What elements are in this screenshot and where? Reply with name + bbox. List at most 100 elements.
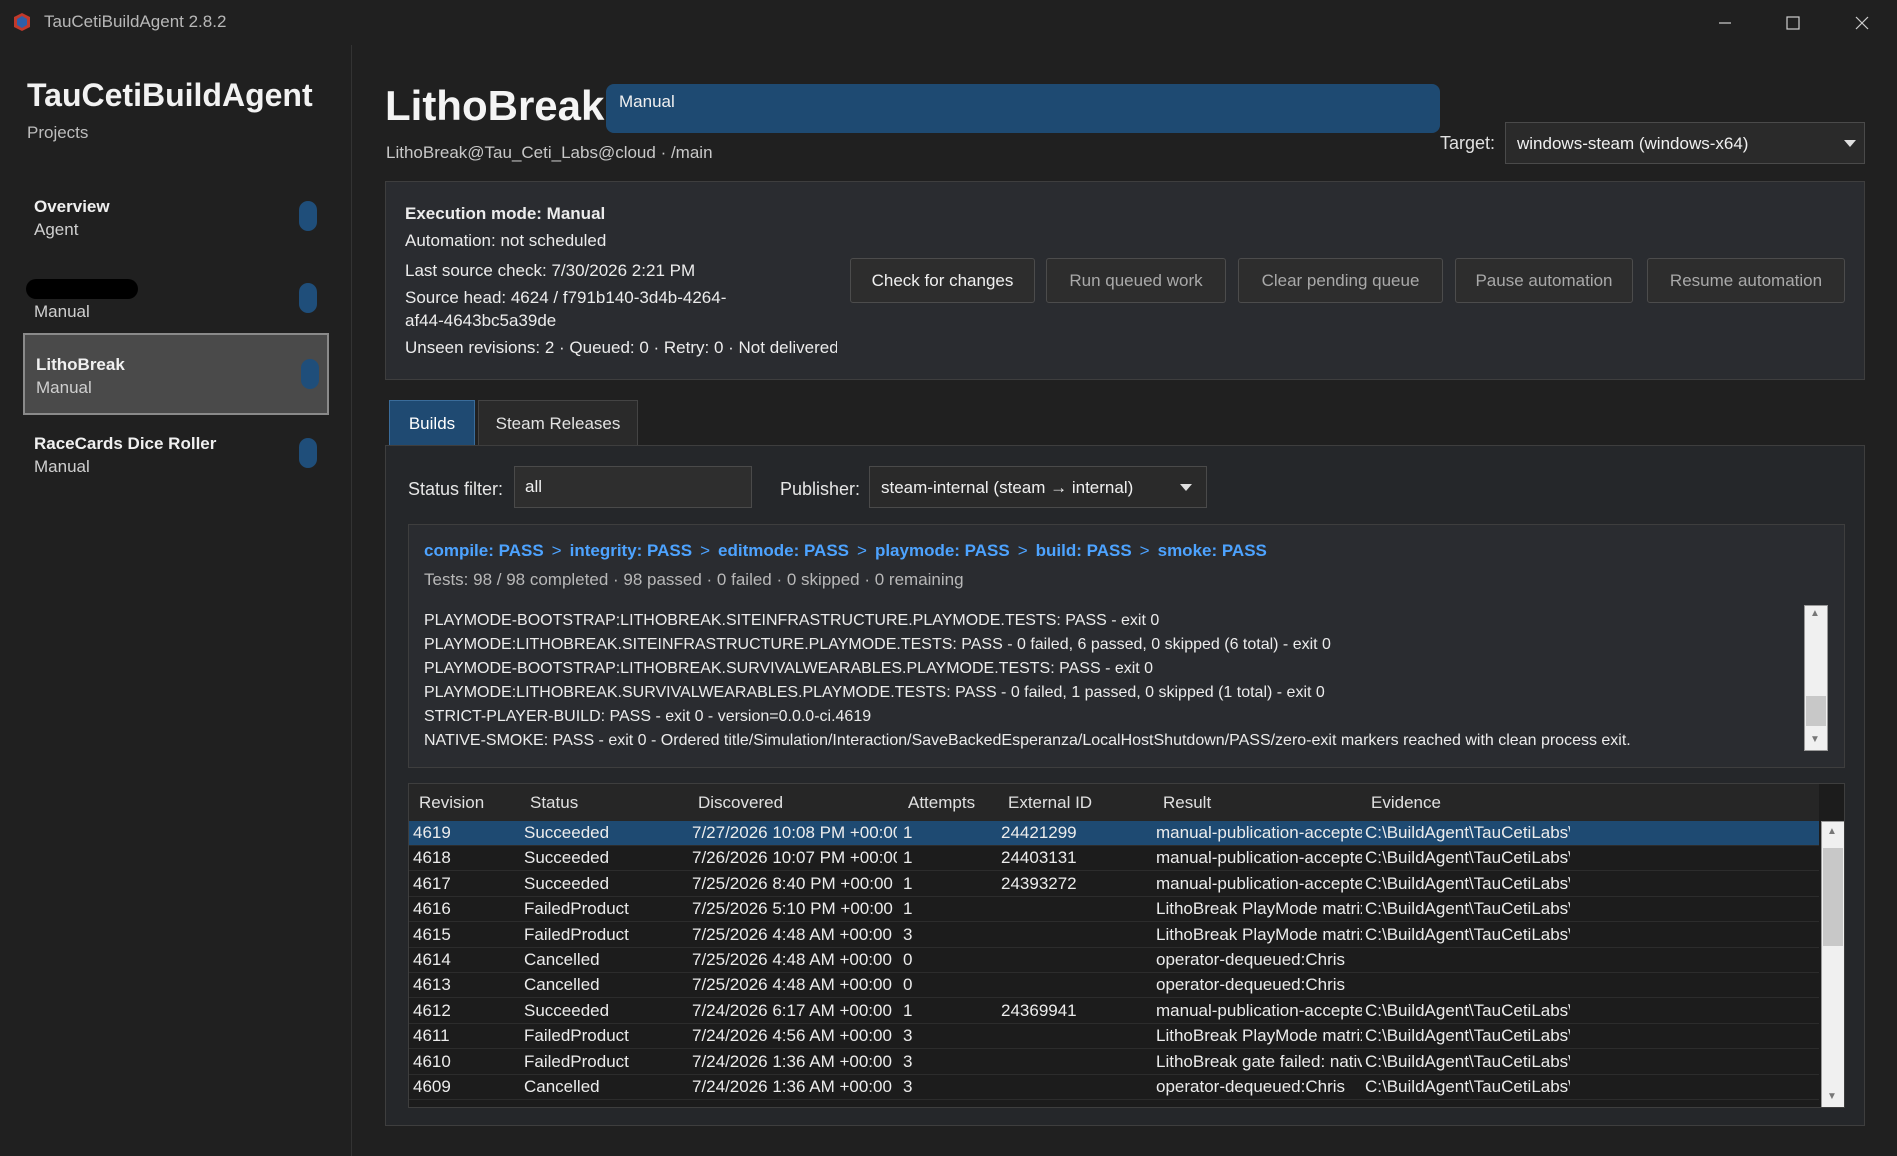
column-header[interactable]: Result	[1163, 793, 1211, 813]
log-output[interactable]: PLAYMODE-BOOTSTRAP:LITHOBREAK.SITEINFRAS…	[424, 609, 1631, 753]
table-cell: Cancelled	[524, 975, 600, 995]
column-header[interactable]: Revision	[419, 793, 484, 813]
tests-summary: Tests: 98 / 98 completed · 98 passed · 0…	[424, 570, 964, 589]
source-head: Source head: 4624 / f791b140-3d4b-4264-	[405, 288, 727, 307]
table-row[interactable]: 4616 FailedProduct 7/25/2026 5:10 PM +00:0…	[409, 897, 1819, 923]
minimize-icon[interactable]	[1690, 0, 1760, 45]
table-cell: 4615	[413, 924, 451, 944]
stage-integrity[interactable]: integrity: PASS	[570, 541, 692, 560]
sidebar-item-mode: Manual	[34, 457, 90, 476]
column-header[interactable]: External ID	[1008, 793, 1092, 813]
status-indicator	[299, 283, 317, 313]
table-cell: manual-publication-accepted	[1156, 1000, 1362, 1020]
sidebar: TauCetiBuildAgent Projects Overview Agen…	[0, 45, 352, 1156]
column-header[interactable]: Attempts	[908, 793, 975, 813]
table-row[interactable]: 4618 Succeeded 7/26/2026 10:07 PM +00:00 1 2…	[409, 846, 1819, 872]
scroll-up-icon[interactable]: ▲	[1810, 608, 1820, 619]
table-scrollbar[interactable]: ▲ ▼	[1821, 821, 1844, 1107]
scroll-down-icon[interactable]: ▼	[1827, 1091, 1837, 1102]
stage-build[interactable]: build: PASS	[1036, 541, 1132, 560]
table-cell: 3	[903, 1051, 913, 1071]
column-header[interactable]: Status	[530, 793, 578, 813]
log-line: PLAYMODE-BOOTSTRAP:LITHOBREAK.SITEINFRAS…	[424, 612, 1160, 629]
clear-pending-queue-button[interactable]: Clear pending queue	[1238, 258, 1443, 303]
table-cell: FailedProduct	[524, 899, 629, 919]
table-row[interactable]: 4614 Cancelled 7/25/2026 4:48 AM +00:00 0 op…	[409, 948, 1819, 973]
table-cell: 7/25/2026 4:48 AM +00:00	[692, 950, 892, 969]
table-cell: 7/25/2026 4:48 AM +00:00	[692, 924, 892, 944]
log-line: PLAYMODE-BOOTSTRAP:LITHOBREAK.SURVIVALWE…	[424, 660, 1154, 677]
table-cell: Cancelled	[524, 1077, 600, 1096]
table-cell: 4614	[413, 950, 451, 969]
table-row[interactable]: 4615 FailedProduct 7/25/2026 4:48 AM +00:0…	[409, 923, 1819, 948]
table-cell: 4618	[413, 848, 451, 868]
target-label: Target:	[1440, 133, 1496, 153]
table-header: Revision Status Discovered Attempts Exte…	[409, 784, 1819, 821]
table-cell: 24369941	[1001, 1000, 1077, 1020]
stage-separator: >	[551, 541, 562, 560]
table-row[interactable]: 4613 Cancelled 7/25/2026 4:48 AM +00:00 0 op…	[409, 973, 1819, 999]
scroll-up-icon[interactable]: ▲	[1827, 826, 1837, 837]
chevron-down-icon	[1844, 140, 1856, 147]
title-bar: TauCetiBuildAgent 2.8.2	[0, 0, 1897, 45]
target-select[interactable]: windows-steam (windows-x64)	[1505, 122, 1865, 164]
column-header[interactable]: Evidence	[1371, 793, 1441, 813]
status-indicator	[301, 359, 319, 389]
status-filter-input[interactable]	[514, 466, 752, 508]
table-cell: manual-publication-accepted	[1156, 873, 1362, 893]
pipeline-stages: compile: PASS > integrity: PASS > editmode: …	[424, 541, 1267, 561]
maximize-icon[interactable]	[1758, 0, 1828, 45]
table-cell: Succeeded	[524, 1000, 610, 1020]
stage-smoke[interactable]: smoke: PASS	[1158, 541, 1267, 560]
table-cell: manual-publication-accepted	[1156, 848, 1362, 868]
table-cell: 7/27/2026 10:08 PM +00:00	[692, 823, 897, 842]
sidebar-item-redacted[interactable]: Manual	[23, 259, 329, 341]
run-queued-work-button[interactable]: Run queued work	[1046, 258, 1226, 303]
table-cell: Cancelled	[524, 950, 600, 969]
pause-automation-button[interactable]: Pause automation	[1455, 258, 1633, 303]
table-row[interactable]: 4617 Succeeded 7/25/2026 8:40 PM +00:00 1 24…	[409, 872, 1819, 897]
table-cell: 1	[903, 848, 913, 868]
table-row[interactable]: 4610 FailedProduct 7/24/2026 1:36 AM +00:0…	[409, 1050, 1819, 1075]
tab-builds[interactable]: Builds	[389, 400, 475, 446]
scroll-down-icon[interactable]: ▼	[1810, 734, 1820, 745]
resume-automation-button[interactable]: Resume automation	[1647, 258, 1845, 303]
table-cell: 7/24/2026 1:36 AM +00:00	[692, 1077, 892, 1096]
table-cell: 3	[903, 924, 913, 944]
mode-pill-label: Manual	[619, 92, 675, 111]
table-cell: C:\BuildAgent\TauCetiLabs\evic	[1365, 873, 1570, 893]
table-cell: C:\BuildAgent\TauCetiLabs\evic	[1365, 1000, 1570, 1020]
close-icon[interactable]	[1827, 0, 1897, 45]
scroll-thumb[interactable]	[1806, 696, 1826, 726]
tab-steam-releases[interactable]: Steam Releases	[478, 400, 638, 446]
table-row[interactable]: 4612 Succeeded 7/24/2026 6:17 AM +00:00 1 24…	[409, 999, 1819, 1024]
table-cell: 4616	[413, 899, 451, 919]
sidebar-item-overview[interactable]: Overview Agent	[23, 177, 329, 259]
status-indicator	[299, 201, 317, 231]
table-cell: Succeeded	[524, 823, 610, 842]
table-cell: C:\BuildAgent\TauCetiLabs\evic	[1365, 823, 1570, 842]
status-filter-label: Status filter:	[408, 479, 504, 499]
sidebar-item-racecards[interactable]: RaceCards Dice Roller Manual	[23, 414, 329, 496]
builds-table: Revision Status Discovered Attempts Exte…	[408, 783, 1845, 1108]
table-cell: C:\BuildAgent\TauCetiLabs\evic	[1365, 1026, 1570, 1046]
log-scrollbar[interactable]: ▲ ▼	[1804, 605, 1828, 751]
table-cell: operator-dequeued:Chris	[1156, 950, 1346, 969]
publisher-select[interactable]: steam-internal (steam → internal)	[869, 466, 1207, 508]
publisher-label: Publisher:	[780, 479, 861, 499]
table-cell: operator-dequeued:Chris	[1156, 975, 1346, 995]
table-row[interactable]: 4611 FailedProduct 7/24/2026 4:56 AM +00:0…	[409, 1024, 1819, 1050]
stage-compile[interactable]: compile: PASS	[424, 541, 544, 560]
window-title: TauCetiBuildAgent 2.8.2	[44, 12, 227, 31]
sidebar-item-lithobreak[interactable]: LithoBreak Manual	[23, 333, 329, 415]
table-row[interactable]: 4619 Succeeded 7/27/2026 10:08 PM +00:00 1 2…	[409, 821, 1819, 846]
table-cell: LithoBreak PlayMode matrix fai	[1156, 899, 1362, 919]
stage-editmode[interactable]: editmode: PASS	[718, 541, 849, 560]
table-cell: LithoBreak gate failed: native-s	[1156, 1051, 1362, 1071]
table-row[interactable]: 4609 Cancelled 7/24/2026 1:36 AM +00:00 3 op…	[409, 1075, 1819, 1100]
check-for-changes-button[interactable]: Check for changes	[850, 258, 1035, 303]
table-cell: 7/25/2026 8:40 PM +00:00	[692, 873, 893, 893]
stage-playmode[interactable]: playmode: PASS	[875, 541, 1010, 560]
column-header[interactable]: Discovered	[698, 793, 783, 813]
scroll-thumb[interactable]	[1823, 848, 1843, 946]
